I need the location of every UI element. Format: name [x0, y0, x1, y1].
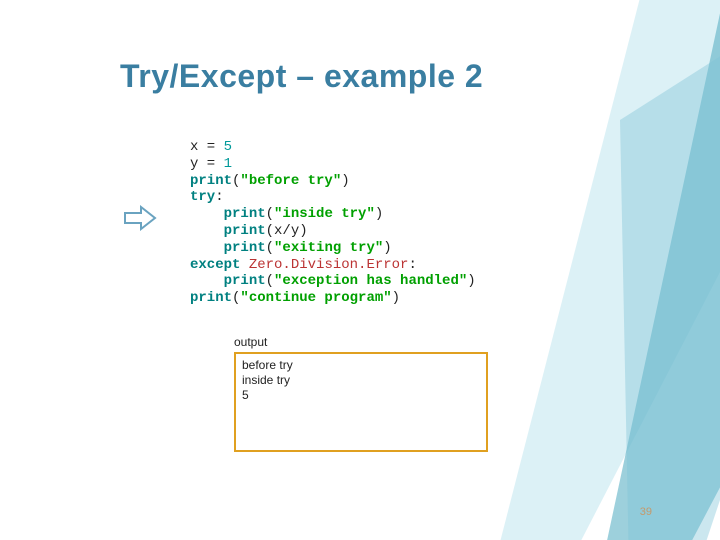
code-block: x = 5 y = 1 print("before try") try: pri…	[186, 135, 470, 311]
code-line: x = 5	[190, 139, 470, 156]
decorative-shards	[480, 0, 720, 540]
code-line: print("exception has handled")	[190, 273, 470, 290]
code-line: print("inside try")	[190, 206, 470, 223]
output-box: before try inside try 5	[234, 352, 488, 452]
code-line: y = 1	[190, 156, 470, 173]
code-line: print(x/y)	[190, 223, 470, 240]
code-line: except Zero.Division.Error:	[190, 257, 470, 274]
slide-title: Try/Except – example 2	[120, 58, 483, 95]
code-line: print("before try")	[190, 173, 470, 190]
hollow-arrow-icon	[123, 205, 157, 231]
code-line: try:	[190, 189, 470, 206]
page-number: 39	[640, 506, 652, 518]
slide: Try/Except – example 2 x = 5 y = 1 print…	[0, 0, 720, 540]
code-line: print("continue program")	[190, 290, 470, 307]
output-label: output	[234, 335, 267, 349]
code-line: print("exiting try")	[190, 240, 470, 257]
